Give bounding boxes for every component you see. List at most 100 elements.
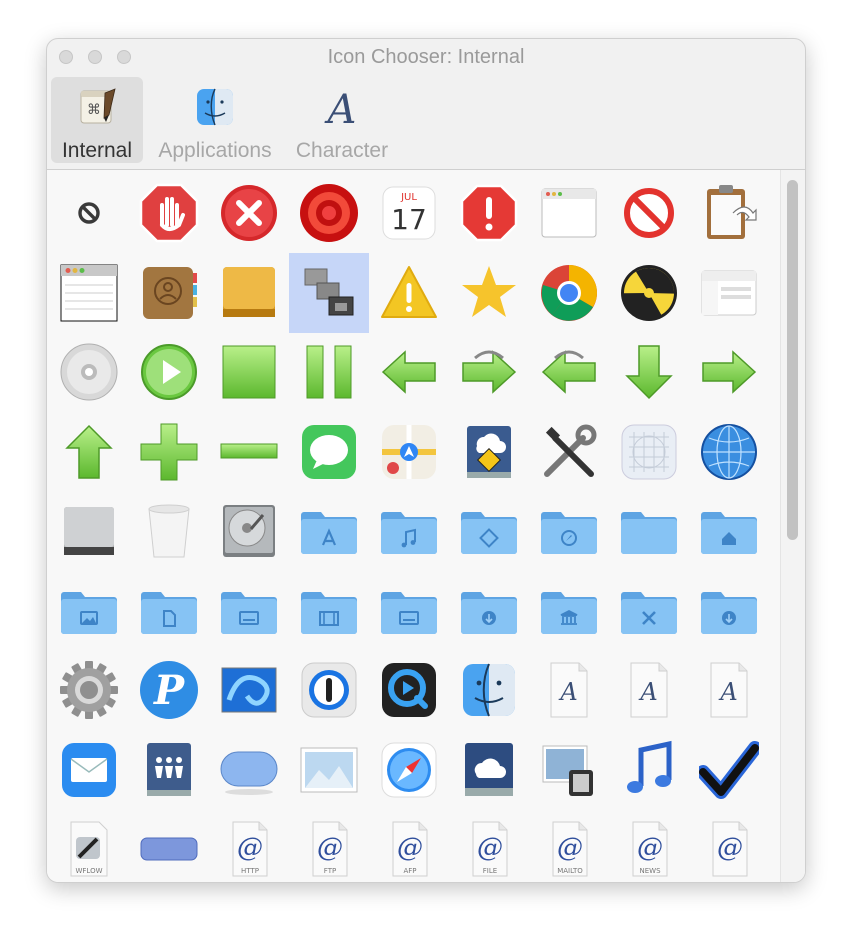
svg-text:17: 17 <box>391 203 427 236</box>
icon-cell[interactable] <box>689 571 769 651</box>
icon-cell[interactable] <box>529 253 609 333</box>
icon-cell[interactable] <box>289 650 369 730</box>
icon-cell[interactable] <box>609 491 689 571</box>
icon-cell[interactable]: @ FILE <box>449 809 529 882</box>
icon-cell[interactable] <box>609 571 689 651</box>
icon-cell[interactable]: @ MAILTO <box>529 809 609 882</box>
location-icon: @ <box>712 821 748 877</box>
icon-cell[interactable] <box>529 730 609 810</box>
icon-cell[interactable] <box>49 412 129 492</box>
icon-cell[interactable]: A <box>609 650 689 730</box>
tab-internal[interactable]: ⌘ Internal <box>51 77 143 163</box>
finder-icon <box>463 663 515 717</box>
icon-cell[interactable] <box>449 491 529 571</box>
icon-cell[interactable]: @ AFP <box>369 809 449 882</box>
icon-cell[interactable] <box>129 730 209 810</box>
workflow-document-icon: WFLOW <box>70 821 108 877</box>
icon-cell[interactable] <box>369 491 449 571</box>
icon-cell[interactable] <box>209 173 289 253</box>
icon-cell[interactable] <box>289 730 369 810</box>
icon-cell[interactable] <box>449 650 529 730</box>
icon-cell[interactable]: @ <box>689 809 769 882</box>
icon-cell[interactable] <box>289 412 369 492</box>
plus-icon <box>140 423 198 480</box>
icon-cell[interactable]: A <box>529 650 609 730</box>
icon-cell[interactable] <box>369 412 449 492</box>
icon-cell[interactable] <box>529 571 609 651</box>
icon-cell[interactable] <box>289 252 369 333</box>
icon-cell[interactable] <box>689 412 769 492</box>
icon-cell[interactable] <box>369 332 449 412</box>
icon-cell[interactable] <box>529 332 609 412</box>
icon-cell[interactable] <box>49 730 129 810</box>
icon-cell[interactable] <box>449 571 529 651</box>
icon-cell[interactable] <box>289 332 369 412</box>
icon-cell[interactable]: @ HTTP <box>209 809 289 882</box>
icon-cell[interactable] <box>129 412 209 492</box>
icon-cell[interactable] <box>49 650 129 730</box>
icon-cell[interactable] <box>529 412 609 492</box>
icon-cell[interactable]: A <box>689 650 769 730</box>
icon-cell[interactable] <box>449 332 529 412</box>
icon-cell[interactable] <box>209 650 289 730</box>
cancel-icon <box>78 202 100 224</box>
icon-cell[interactable] <box>689 491 769 571</box>
scrollbar-thumb[interactable] <box>787 180 798 540</box>
ftp-location-icon: @ FTP <box>312 821 348 877</box>
icon-cell[interactable] <box>49 571 129 651</box>
icon-cell[interactable] <box>289 173 369 253</box>
icon-cell[interactable] <box>129 332 209 412</box>
icon-cell[interactable] <box>609 332 689 412</box>
icon-cell[interactable] <box>449 412 529 492</box>
icon-cell[interactable] <box>609 253 689 333</box>
1password-icon <box>301 662 357 718</box>
icon-cell[interactable] <box>129 253 209 333</box>
icon-cell[interactable] <box>369 571 449 651</box>
icon-cell[interactable] <box>209 571 289 651</box>
icon-cell[interactable] <box>529 173 609 253</box>
icon-cell[interactable] <box>49 173 129 253</box>
icon-cell[interactable]: JUL 17 <box>369 173 449 253</box>
icon-cell[interactable] <box>609 412 689 492</box>
icon-cell[interactable] <box>209 730 289 810</box>
icon-cell[interactable] <box>289 491 369 571</box>
icon-cell[interactable] <box>689 253 769 333</box>
tab-character[interactable]: A Character <box>287 77 397 163</box>
icon-cell[interactable] <box>689 730 769 810</box>
icon-cell[interactable]: @ NEWS <box>609 809 689 882</box>
icon-cell[interactable]: @ FTP <box>289 809 369 882</box>
icon-cell[interactable] <box>449 253 529 333</box>
icon-cell[interactable]: WFLOW <box>49 809 129 882</box>
icon-cell[interactable] <box>529 491 609 571</box>
icon-cell[interactable] <box>209 412 289 492</box>
icon-cell[interactable] <box>449 730 529 810</box>
icon-cell[interactable] <box>689 332 769 412</box>
icon-cell[interactable] <box>289 571 369 651</box>
icon-cell[interactable] <box>209 491 289 571</box>
icon-cell[interactable] <box>609 173 689 253</box>
finder-icon <box>197 88 233 126</box>
generic-folder-icon <box>621 512 677 554</box>
icon-cell[interactable] <box>129 173 209 253</box>
vertical-scrollbar[interactable] <box>780 170 805 882</box>
icon-cell[interactable] <box>49 253 129 333</box>
icon-cell[interactable] <box>129 491 209 571</box>
tab-applications[interactable]: Applications <box>147 77 283 163</box>
icon-cell[interactable] <box>369 253 449 333</box>
font-document-icon: A <box>550 662 588 718</box>
icon-cell[interactable] <box>609 730 689 810</box>
icon-cell[interactable] <box>209 253 289 333</box>
icon-cell[interactable] <box>689 173 769 253</box>
svg-text:FTP: FTP <box>324 867 336 875</box>
svg-text:A: A <box>638 678 657 706</box>
icon-cell[interactable] <box>49 332 129 412</box>
icon-cell[interactable]: P <box>129 650 209 730</box>
icon-cell[interactable] <box>369 730 449 810</box>
icon-cell[interactable] <box>449 173 529 253</box>
icon-cell[interactable] <box>209 332 289 412</box>
icon-cell[interactable] <box>369 650 449 730</box>
icon-cell[interactable] <box>129 809 209 882</box>
icon-cell[interactable] <box>49 491 129 571</box>
movies-folder-icon <box>301 591 357 634</box>
icon-cell[interactable] <box>129 571 209 651</box>
